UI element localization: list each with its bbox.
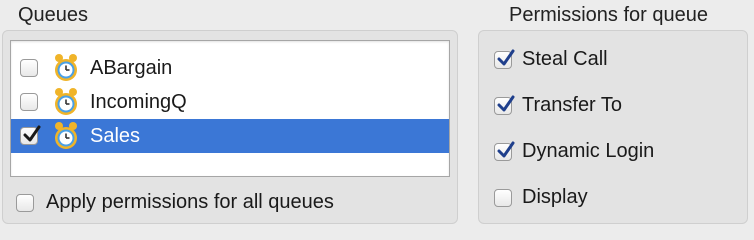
queue-row-abargain[interactable]: ABargain [11, 51, 449, 85]
permissions-title: Permissions for queue [509, 4, 708, 26]
apply-all-queues-option[interactable]: Apply permissions for all queues [16, 191, 334, 214]
permission-dynamic-login[interactable]: Dynamic Login [494, 140, 654, 163]
permission-steal-call[interactable]: Steal Call [494, 48, 608, 71]
queue-label: Sales [90, 124, 141, 147]
permission-label: Transfer To [522, 94, 623, 116]
permission-label: Dynamic Login [522, 140, 655, 162]
apply-all-label: Apply permissions for all queues [46, 191, 334, 213]
queue-row-sales[interactable]: Sales [11, 119, 449, 153]
queue-checkbox-incomingq[interactable] [20, 93, 38, 111]
alarm-clock-icon [55, 54, 77, 81]
queue-label: IncomingQ [90, 90, 187, 113]
steal-call-checkbox[interactable] [494, 49, 515, 69]
checkmark-icon [23, 125, 41, 142]
checkmark-icon [497, 49, 515, 65]
checkmark-icon [497, 141, 515, 157]
apply-all-checkbox[interactable] [16, 193, 34, 212]
queue-label: ABargain [90, 56, 173, 79]
permission-display[interactable]: Display [494, 186, 588, 209]
dynamic-login-checkbox[interactable] [494, 141, 515, 161]
checkmark-icon [497, 95, 515, 111]
permission-label: Steal Call [522, 48, 608, 70]
transfer-to-checkbox[interactable] [494, 95, 515, 115]
queue-checkbox-abargain[interactable] [20, 59, 38, 77]
permission-label: Display [522, 186, 588, 208]
permissions-group: Steal Call Transfer To Dynamic Login Dis… [478, 30, 748, 224]
alarm-clock-icon [55, 88, 77, 115]
queues-group: ABargain IncomingQ Sales Apply permissio… [2, 30, 458, 224]
queue-list[interactable]: ABargain IncomingQ Sales [10, 40, 450, 177]
permission-transfer-to[interactable]: Transfer To [494, 94, 622, 117]
alarm-clock-icon [55, 122, 77, 149]
queue-row-incomingq[interactable]: IncomingQ [11, 85, 449, 119]
queues-title: Queues [18, 4, 89, 26]
queue-checkbox-sales[interactable] [20, 125, 41, 145]
display-checkbox[interactable] [494, 188, 512, 207]
